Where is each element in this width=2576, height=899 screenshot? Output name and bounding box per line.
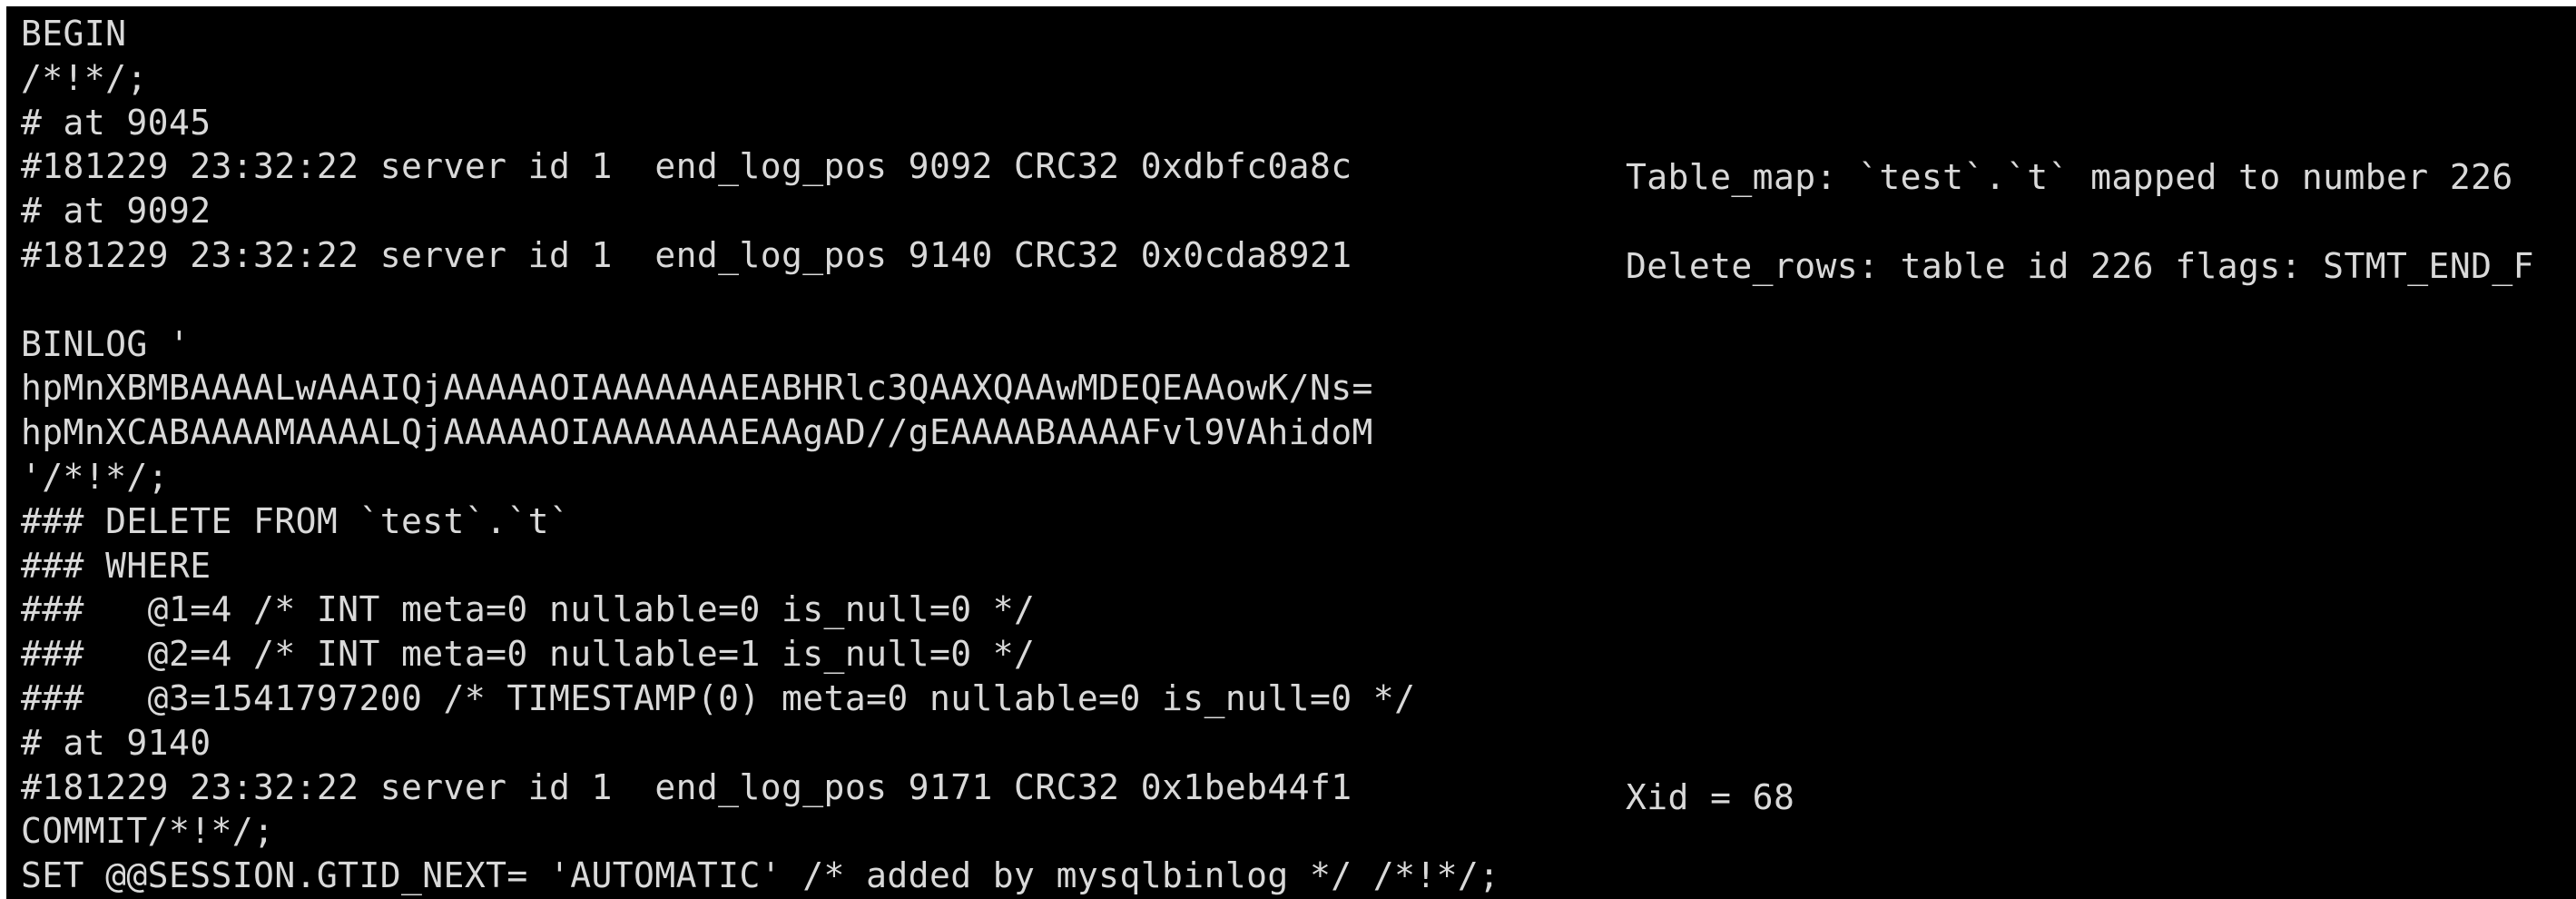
terminal-line: #181229 23:32:22 server id 1 end_log_pos… <box>21 766 2576 818</box>
terminal-line: ### @3=1541797200 /* TIMESTAMP(0) meta=0… <box>21 677 2576 721</box>
terminal-window[interactable]: BEGIN /*!*/; # at 9045 #181229 23:32:22 … <box>6 6 2576 899</box>
terminal-line: #181229 23:32:22 server id 1 end_log_pos… <box>21 233 2576 286</box>
log-text: #181229 23:32:22 server id 1 end_log_pos… <box>21 766 1352 807</box>
terminal-line: ### @2=4 /* INT meta=0 nullable=1 is_nul… <box>21 632 2576 677</box>
terminal-line: ### WHERE <box>21 544 2576 588</box>
log-text: /*!*/; <box>21 57 148 98</box>
log-text: '/*!*/; <box>21 456 169 497</box>
log-text: hpMnXCABAAAAMAAAALQjAAAAAOIAAAAAAAEAAgAD… <box>21 412 1373 453</box>
terminal-line: hpMnXCABAAAAMAAAALQjAAAAAOIAAAAAAAEAAgAD… <box>21 410 2576 455</box>
event-info: Xid = 68 <box>1626 777 1795 818</box>
log-text: ### DELETE FROM `test`.`t` <box>21 500 571 541</box>
log-text: # at 9140 <box>21 722 211 763</box>
terminal-line: #181229 23:32:22 server id 1 end_log_pos… <box>21 144 2576 197</box>
terminal-line: SET @@SESSION.GTID_NEXT= 'AUTOMATIC' /* … <box>21 854 2576 898</box>
terminal-line: COMMIT/*!*/; <box>21 809 2576 854</box>
terminal-line: BEGIN <box>21 12 2576 56</box>
log-text: ### @3=1541797200 /* TIMESTAMP(0) meta=0… <box>21 677 1416 718</box>
log-text: ### @1=4 /* INT meta=0 nullable=0 is_nul… <box>21 589 1036 630</box>
event-info: Delete_rows: table id 226 flags: STMT_EN… <box>1626 245 2534 286</box>
event-info: Table_map: `test`.`t` mapped to number 2… <box>1626 157 2513 198</box>
log-text: ### WHERE <box>21 545 211 586</box>
terminal-line: /*!*/; <box>21 56 2576 101</box>
log-text: # at 9092 <box>21 191 211 232</box>
terminal-line: # at 9140 <box>21 721 2576 766</box>
terminal-line: ### DELETE FROM `test`.`t` <box>21 499 2576 544</box>
log-text: SET @@SESSION.GTID_NEXT= 'AUTOMATIC' /* … <box>21 855 1500 896</box>
terminal-line: # at 9045 <box>21 101 2576 145</box>
log-text: COMMIT/*!*/; <box>21 811 275 852</box>
terminal-line: hpMnXBMBAAAALwAAAIQjAAAAAOIAAAAAAAEABHRl… <box>21 366 2576 410</box>
log-text: ### @2=4 /* INT meta=0 nullable=1 is_nul… <box>21 634 1036 675</box>
terminal-line: BINLOG ' <box>21 322 2576 367</box>
terminal-line: '/*!*/; <box>21 455 2576 499</box>
terminal-output: BEGIN /*!*/; # at 9045 #181229 23:32:22 … <box>21 12 2576 898</box>
log-text: # at 9045 <box>21 102 211 143</box>
log-text: #181229 23:32:22 server id 1 end_log_pos… <box>21 234 1352 275</box>
log-text: BINLOG ' <box>21 323 191 364</box>
log-text: BEGIN <box>21 14 127 54</box>
log-text: hpMnXBMBAAAALwAAAIQjAAAAAOIAAAAAAAEABHRl… <box>21 368 1373 409</box>
log-text: #181229 23:32:22 server id 1 end_log_pos… <box>21 146 1352 187</box>
terminal-line: ### @1=4 /* INT meta=0 nullable=0 is_nul… <box>21 588 2576 632</box>
